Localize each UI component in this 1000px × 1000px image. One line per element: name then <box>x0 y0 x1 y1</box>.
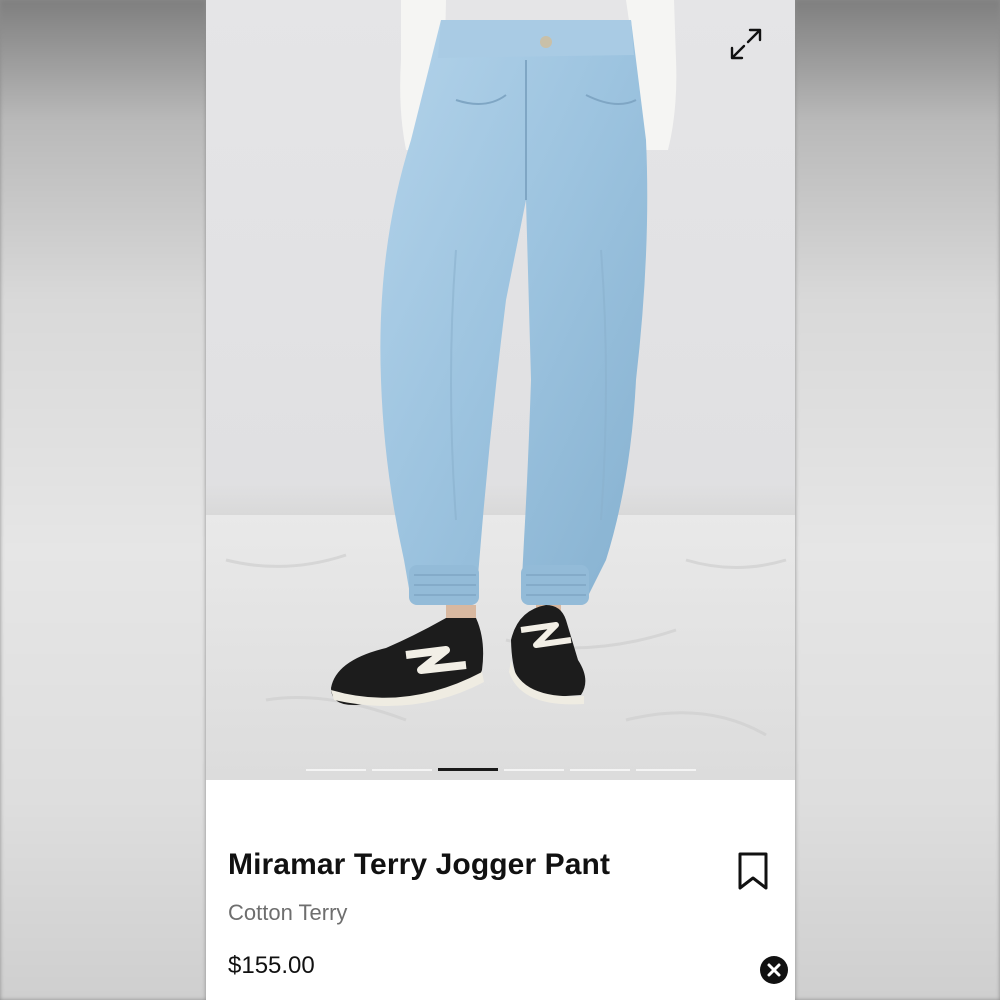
product-price: $155.00 <box>228 952 315 979</box>
bookmark-icon[interactable] <box>734 850 772 892</box>
carousel-dot[interactable] <box>372 769 432 771</box>
product-info-panel: Miramar Terry Jogger Pant Cotton Terry $… <box>206 780 795 1000</box>
carousel-indicator[interactable] <box>306 768 696 772</box>
expand-icon[interactable] <box>728 26 764 62</box>
carousel-dot[interactable] <box>570 769 630 771</box>
blurred-background-left <box>0 0 206 1000</box>
carousel-dot[interactable] <box>504 769 564 771</box>
product-title: Miramar Terry Jogger Pant <box>228 848 611 881</box>
carousel-dot[interactable] <box>306 769 366 771</box>
product-image[interactable] <box>206 0 795 780</box>
close-circle-icon[interactable] <box>759 955 789 985</box>
carousel-dot-active[interactable] <box>438 768 498 771</box>
carousel-dot[interactable] <box>636 769 696 771</box>
product-photo-illustration <box>206 0 795 780</box>
product-material: Cotton Terry <box>228 900 348 925</box>
product-screen: Miramar Terry Jogger Pant Cotton Terry $… <box>206 0 795 1000</box>
blurred-background-right <box>795 0 1000 1000</box>
